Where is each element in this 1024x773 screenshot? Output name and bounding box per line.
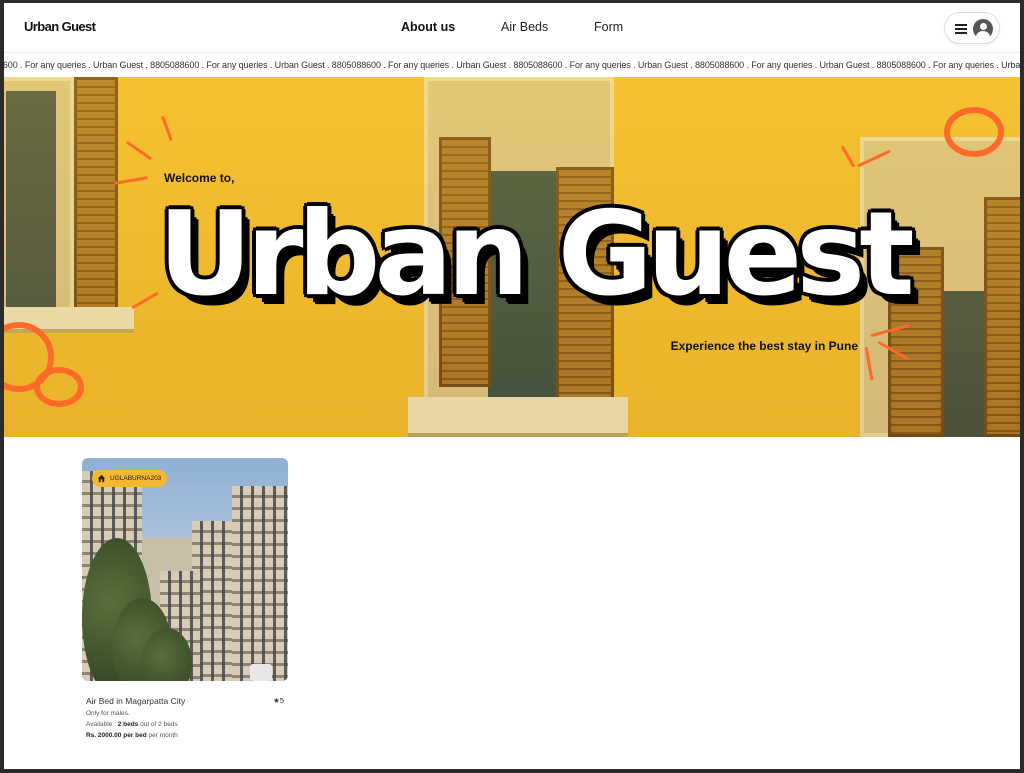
listing-gender: Only for males.	[86, 710, 130, 717]
ticker-text: 8600 . For any queries . Urban Guest . 8…	[4, 60, 1020, 70]
hero-title: Urban Guest	[158, 187, 915, 322]
user-menu-button[interactable]	[944, 12, 1000, 44]
doodle-swirl	[944, 107, 1004, 157]
contact-ticker: 8600 . For any queries . Urban Guest . 8…	[4, 54, 1020, 77]
nav-about-us[interactable]: About us	[401, 20, 455, 34]
top-navbar: Urban Guest About us Air Beds Form	[4, 3, 1020, 53]
listing-code: UGLABURNA203	[110, 475, 162, 482]
star-icon: ★	[273, 696, 280, 705]
hero-banner: Welcome to, Urban Guest Experience the b…	[4, 77, 1020, 437]
hero-tagline: Experience the best stay in Pune	[670, 339, 858, 353]
listing-card[interactable]: UGLABURNA203 Air Bed in Magarpatta City …	[82, 458, 288, 739]
hamburger-icon	[955, 24, 967, 34]
nav-form[interactable]: Form	[594, 20, 623, 34]
home-icon	[97, 474, 106, 483]
listing-photo[interactable]: UGLABURNA203	[82, 458, 288, 681]
doodle-swirl	[34, 367, 84, 407]
listing-title[interactable]: Air Bed in Magarpatta City	[86, 696, 185, 706]
nav-air-beds[interactable]: Air Beds	[501, 20, 548, 34]
listing-rating: ★5	[273, 696, 284, 705]
brand-logo[interactable]: Urban Guest	[24, 19, 96, 34]
listing-availability: Available : 2 beds out of 2 beds	[86, 721, 178, 728]
listing-price: Rs. 2000.00 per bed per month	[86, 732, 178, 739]
hero-welcome: Welcome to,	[164, 171, 235, 185]
page: Urban Guest About us Air Beds Form 8600 …	[4, 3, 1020, 769]
listing-code-badge: UGLABURNA203	[92, 470, 168, 487]
user-avatar-icon	[973, 19, 993, 39]
